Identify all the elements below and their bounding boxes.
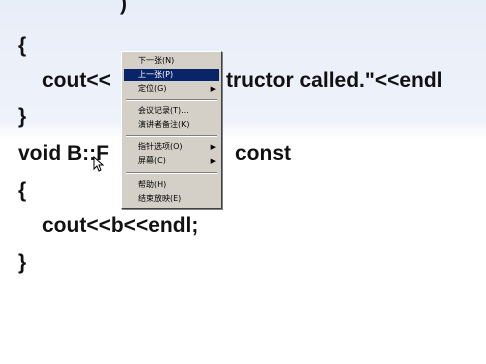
- menu-item-label: 指针选项(O): [138, 142, 183, 151]
- code-close-brace-2: }: [18, 251, 27, 274]
- code-cout-b: cout<<b<<endl;: [42, 214, 199, 237]
- menu-item-label: 帮助(H): [138, 180, 167, 189]
- slide-background: [0, 0, 486, 364]
- menu-item-previous[interactable]: 上一张(P): [124, 69, 219, 81]
- code-closing-paren: ): [120, 0, 127, 15]
- menu-item-speaker-notes[interactable]: 演讲者备注(K): [124, 119, 219, 131]
- menu-separator: [126, 99, 217, 101]
- submenu-arrow-icon: ▶: [210, 157, 216, 165]
- mouse-pointer-icon: [93, 156, 105, 172]
- code-open-brace-2: {: [18, 179, 27, 202]
- menu-item-pointer-options[interactable]: 指针选项(O) ▶: [124, 141, 219, 153]
- menu-item-label: 上一张(P): [138, 70, 174, 79]
- menu-separator: [126, 172, 217, 174]
- menu-item-meeting-minder[interactable]: 会议记录(T)...: [124, 105, 219, 117]
- code-cout-left: cout<<: [42, 69, 111, 92]
- menu-item-goto[interactable]: 定位(G) ▶: [124, 83, 219, 95]
- submenu-arrow-icon: ▶: [210, 85, 216, 93]
- code-open-brace-1: {: [18, 34, 27, 57]
- menu-item-label: 会议记录(T)...: [138, 106, 189, 115]
- menu-item-label: 定位(G): [138, 84, 167, 93]
- menu-item-label: 下一张(N): [138, 56, 175, 65]
- menu-item-next[interactable]: 下一张(N): [124, 55, 219, 67]
- code-void-right: const: [235, 142, 292, 165]
- menu-item-help[interactable]: 帮助(H): [124, 179, 219, 191]
- submenu-arrow-icon: ▶: [210, 143, 216, 151]
- code-cout-right: tructor called."<<endl: [226, 69, 443, 92]
- menu-item-end-show[interactable]: 结束放映(E): [124, 193, 219, 205]
- menu-item-screen[interactable]: 屏幕(C) ▶: [124, 155, 219, 167]
- menu-separator: [126, 135, 217, 137]
- code-close-brace-1: }: [18, 105, 27, 128]
- menu-item-label: 结束放映(E): [138, 194, 182, 203]
- menu-item-label: 演讲者备注(K): [138, 120, 190, 129]
- menu-item-label: 屏幕(C): [138, 156, 166, 165]
- slideshow-context-menu: 下一张(N) 上一张(P) 定位(G) ▶ 会议记录(T)... 演讲者备注(K…: [121, 51, 222, 209]
